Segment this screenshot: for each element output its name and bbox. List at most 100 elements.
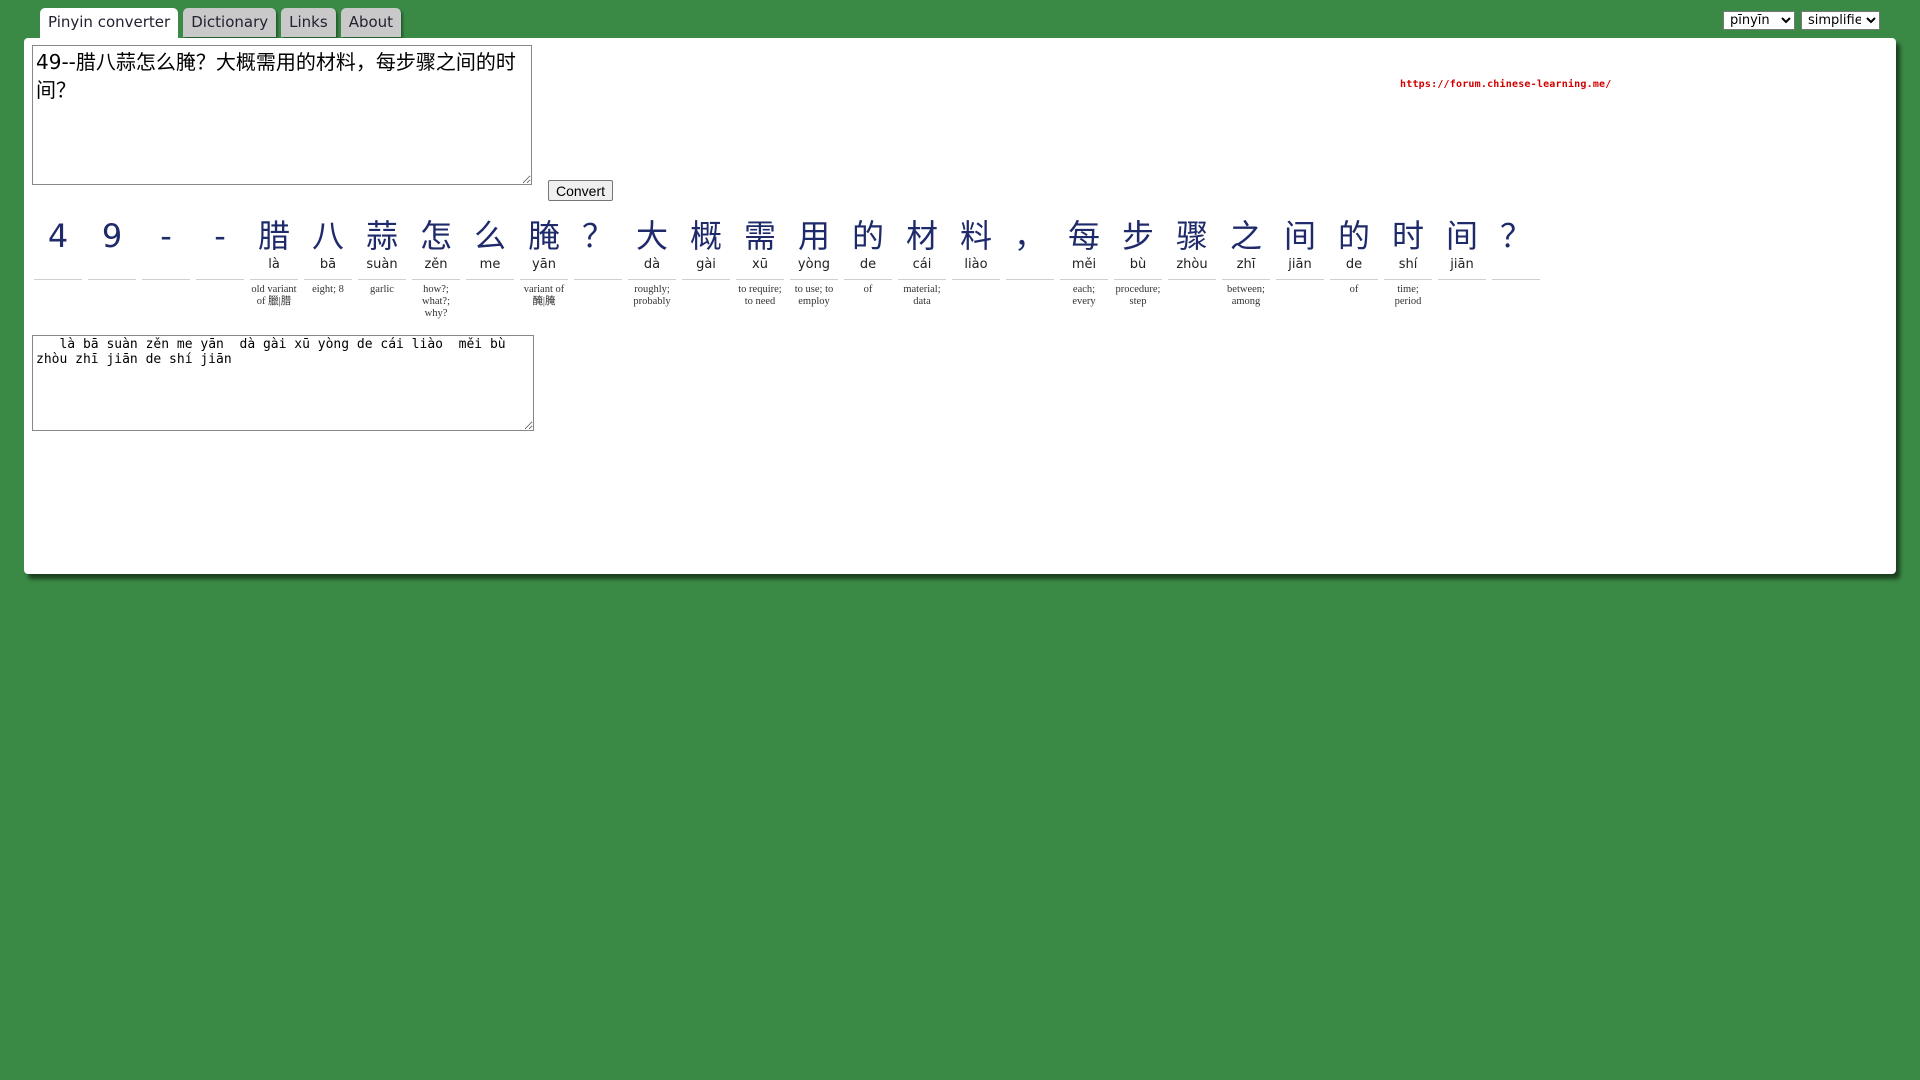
char-cell[interactable]: 骤 zhòu [1168, 216, 1216, 284]
char-cell[interactable]: 材 cái material; data [898, 216, 946, 308]
hanzi-char: 概 [689, 217, 722, 255]
char-cell[interactable]: 八 bā eight; 8 [304, 216, 352, 296]
english-definition: eight; 8 [312, 284, 344, 295]
char-cell[interactable]: 间 jiān [1438, 216, 1486, 284]
pinyin-output-textarea[interactable]: là bā suàn zěn me yān dà gài xū yòng de … [32, 335, 534, 431]
forum-url-watermark: https://forum.chinese-learning.me/ [1400, 79, 1612, 90]
char-cell[interactable]: 间 jiān [1276, 216, 1324, 284]
hanzi-char: 么 [473, 217, 506, 255]
tone-mode-select[interactable]: pīnyīn [1723, 11, 1795, 30]
char-cell[interactable]: 4 [34, 216, 82, 284]
char-cell[interactable]: 需 xū to require; to need [736, 216, 784, 308]
pinyin-reading: là [250, 256, 298, 280]
hanzi-char: - [160, 217, 172, 255]
pinyin-reading: jiān [1276, 256, 1324, 280]
pinyin-reading: me [466, 256, 514, 280]
char-cell[interactable]: 之 zhī between; among [1222, 216, 1270, 308]
char-cell[interactable]: 么 me [466, 216, 514, 284]
pinyin-reading: yān [520, 256, 568, 280]
char-cell[interactable]: 大 dà roughly; probably [628, 216, 676, 308]
hanzi-char: 需 [743, 217, 776, 255]
char-cell[interactable]: ？ [574, 216, 622, 284]
pinyin-reading: jiān [1438, 256, 1486, 280]
hanzi-char: 每 [1067, 217, 1100, 255]
pinyin-reading: zhī [1222, 256, 1270, 280]
tab-about[interactable]: About [340, 8, 402, 37]
hanzi-char: 腊 [257, 217, 290, 255]
tab-bar: Pinyin converter Dictionary Links About [40, 8, 402, 39]
char-cell[interactable]: - [196, 216, 244, 284]
char-cell[interactable]: - [142, 216, 190, 284]
pinyin-reading: liào [952, 256, 1000, 280]
pinyin-reading: suàn [358, 256, 406, 280]
char-cell[interactable]: ？ [1492, 216, 1540, 284]
hanzi-char: 的 [851, 217, 884, 255]
pinyin-reading: měi [1060, 256, 1108, 280]
english-definition: material; data [903, 284, 941, 307]
english-definition: of [863, 284, 873, 295]
pinyin-reading: shí [1384, 256, 1432, 280]
english-definition: how?; what?; why? [422, 284, 450, 319]
english-definition: roughly; probably [633, 284, 671, 307]
hanzi-char: ？ [581, 217, 614, 255]
hanzi-char: 蒜 [365, 217, 398, 255]
hanzi-char: 骤 [1175, 217, 1208, 255]
hanzi-char: 间 [1283, 217, 1316, 255]
tab-dictionary[interactable]: Dictionary [183, 8, 277, 37]
hanzi-char: ， [1013, 217, 1046, 255]
tab-pinyin-converter[interactable]: Pinyin converter [40, 8, 179, 39]
pinyin-reading [142, 256, 190, 280]
hanzi-char: 之 [1229, 217, 1262, 255]
converter-panel: 49--腊八蒜怎么腌？大概需用的材料，每步骤之间的时间？ Convert htt… [24, 38, 1896, 574]
hanzi-char: 间 [1445, 217, 1478, 255]
char-cell[interactable]: 用 yòng to use; to employ [790, 216, 838, 308]
hanzi-char: 9 [101, 217, 123, 255]
char-cell[interactable]: 腌 yān variant of 醃|腌 [520, 216, 568, 308]
chinese-input-textarea[interactable]: 49--腊八蒜怎么腌？大概需用的材料，每步骤之间的时间？ [32, 45, 532, 185]
char-cell[interactable]: 的 de of [1330, 216, 1378, 296]
hanzi-char: 4 [47, 217, 69, 255]
hanzi-char: 料 [959, 217, 992, 255]
char-cell[interactable]: ， [1006, 216, 1054, 284]
char-cell[interactable]: 时 shí time; period [1384, 216, 1432, 308]
char-cell[interactable]: 的 de of [844, 216, 892, 296]
pinyin-reading: zhòu [1168, 256, 1216, 280]
english-definition: variant of 醃|腌 [523, 284, 565, 307]
char-cell[interactable]: 概 gài [682, 216, 730, 284]
english-definition: procedure; step [1115, 284, 1161, 307]
char-cell[interactable]: 每 měi each; every [1060, 216, 1108, 308]
char-cell[interactable]: 9 [88, 216, 136, 284]
char-cell[interactable]: 料 liào [952, 216, 1000, 284]
hanzi-char: - [214, 217, 226, 255]
pinyin-reading [574, 256, 622, 280]
convert-button[interactable]: Convert [548, 180, 614, 201]
hanzi-char: 八 [311, 217, 344, 255]
pinyin-reading: de [844, 256, 892, 280]
char-cell[interactable]: 腊 là old variant of 臘|腊 [250, 216, 298, 308]
script-select[interactable]: simplified [1801, 11, 1880, 30]
tab-links[interactable]: Links [281, 8, 336, 37]
pinyin-reading: xū [736, 256, 784, 280]
hanzi-char: 用 [797, 217, 830, 255]
pinyin-reading [34, 256, 82, 280]
hanzi-char: 腌 [527, 217, 560, 255]
pinyin-reading [1006, 256, 1054, 280]
pinyin-reading [1492, 256, 1540, 280]
english-definition: to use; to employ [794, 284, 834, 307]
pinyin-reading: bù [1114, 256, 1162, 280]
pinyin-reading [88, 256, 136, 280]
pinyin-reading: gài [682, 256, 730, 280]
english-definition: between; among [1227, 284, 1265, 307]
english-definition: garlic [370, 284, 394, 295]
hanzi-char: 时 [1391, 217, 1424, 255]
pinyin-reading: cái [898, 256, 946, 280]
char-cell[interactable]: 步 bù procedure; step [1114, 216, 1162, 308]
hanzi-char: 大 [635, 217, 668, 255]
hanzi-char: 怎 [419, 217, 452, 255]
english-definition: time; period [1394, 284, 1422, 307]
char-cell[interactable]: 蒜 suàn garlic [358, 216, 406, 296]
top-bar: Pinyin converter Dictionary Links About … [0, 0, 1920, 40]
char-cell[interactable]: 怎 zěn how?; what?; why? [412, 216, 460, 320]
pinyin-reading [196, 256, 244, 280]
hanzi-char: ？ [1499, 217, 1532, 255]
